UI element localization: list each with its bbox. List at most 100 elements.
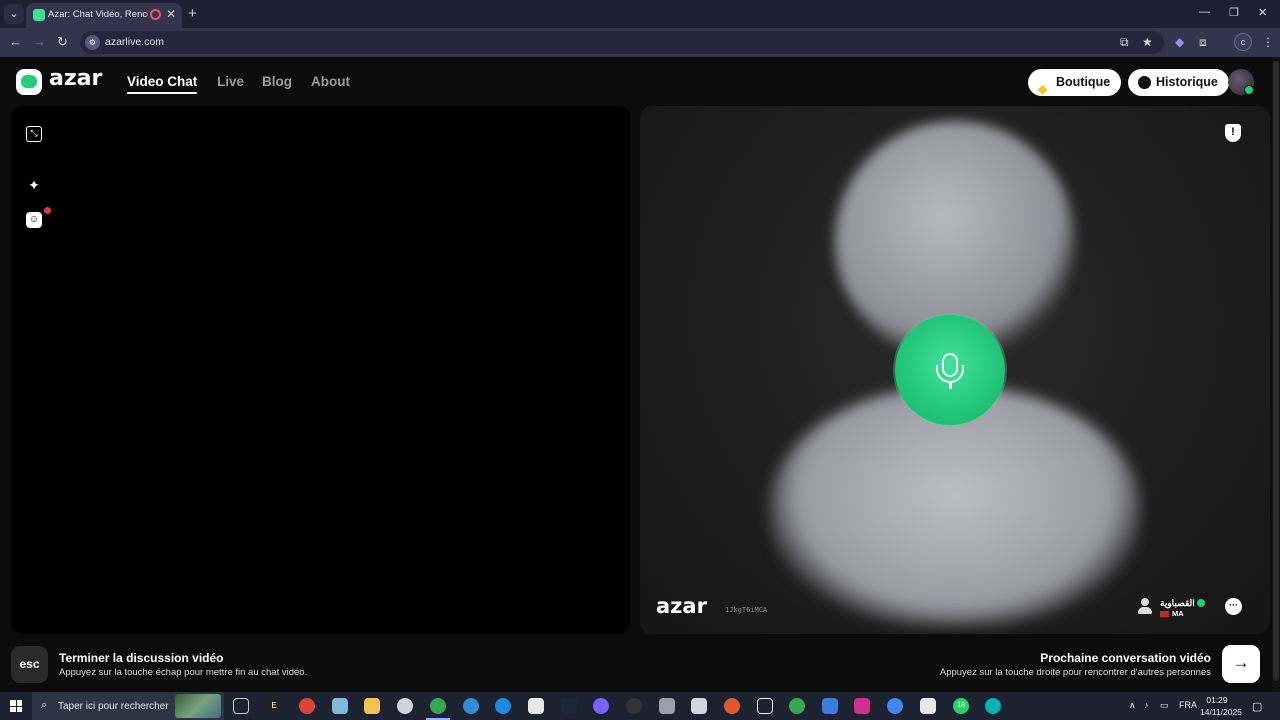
azar-page: azar Video Chat Live Blog About ◆ Boutiq…: [0, 57, 1280, 692]
url-text: azarlive.com: [105, 36, 164, 48]
chat-bubble-button[interactable]: ···: [1225, 598, 1242, 615]
browser-menu-icon[interactable]: ⋮: [1262, 35, 1274, 49]
tab-search-chevron-icon[interactable]: ⌄: [4, 4, 24, 24]
calculator-icon[interactable]: [691, 698, 707, 714]
remote-video-panel: ! azar 1JkgT6iMCA القصباوية MA ···: [640, 106, 1270, 634]
address-bar[interactable]: ⚙ azarlive.com: [80, 31, 1164, 54]
nav-live[interactable]: Live: [217, 74, 244, 89]
historique-label: Historique: [1156, 75, 1218, 89]
microphone-icon-arc: [936, 365, 964, 383]
restore-window-icon[interactable]: ❐: [1229, 6, 1239, 19]
nav-about[interactable]: About: [311, 74, 350, 89]
taskbar-search-placeholder: Taper ici pour rechercher: [58, 701, 169, 712]
historique-button[interactable]: Historique: [1128, 69, 1229, 96]
nav-blog[interactable]: Blog: [262, 74, 292, 89]
peer-name: القصباوية: [1160, 598, 1195, 608]
app-icon-2[interactable]: [528, 698, 544, 714]
extension-icon[interactable]: ◆: [1175, 35, 1184, 49]
close-window-icon[interactable]: ✕: [1258, 6, 1267, 19]
browser-tab[interactable]: Azar: Chat Vidéo, Rencontr ✕: [26, 3, 182, 28]
face-filter-icon[interactable]: ☺: [26, 212, 42, 228]
task-view-icon[interactable]: [233, 698, 249, 714]
minimize-window-icon[interactable]: —: [1199, 6, 1210, 18]
app-icon-3[interactable]: [659, 698, 675, 714]
install-app-icon[interactable]: ⧉: [1120, 35, 1129, 50]
verified-badge-icon: [1197, 599, 1205, 607]
azar-favicon-icon: [33, 9, 45, 21]
session-id: 1JkgT6iMCA: [725, 606, 768, 614]
app-icon-4[interactable]: [724, 698, 740, 714]
obs-icon[interactable]: [626, 698, 642, 714]
azar-logo[interactable]: azar: [16, 66, 106, 95]
taskbar-search-box[interactable]: ⌕ Taper ici pour rechercher: [32, 692, 224, 720]
self-video-panel: [11, 106, 630, 634]
chrome-icon[interactable]: [299, 698, 315, 714]
app-icon-9[interactable]: [985, 698, 1001, 714]
app-icon-7[interactable]: [854, 698, 870, 714]
whatsapp-icon[interactable]: 18: [953, 698, 969, 714]
app-icon-8[interactable]: [920, 698, 936, 714]
back-arrow-icon[interactable]: ←: [9, 34, 22, 49]
file-explorer-icon[interactable]: [364, 698, 380, 714]
tab-title: Azar: Chat Vidéo, Rencontr: [48, 9, 148, 20]
notification-dot-icon: [44, 207, 51, 214]
morocco-flag-icon: [1160, 611, 1169, 617]
edge-icon[interactable]: [495, 698, 511, 714]
epic-games-icon[interactable]: E: [266, 698, 282, 714]
extensions-puzzle-icon[interactable]: ⧈: [1199, 35, 1207, 50]
shield-app-icon[interactable]: [397, 698, 413, 714]
microphone-icon-stem: [949, 382, 952, 389]
search-highlight-image: [175, 694, 221, 718]
next-chat-arrow-button[interactable]: →: [1222, 645, 1260, 683]
profile-avatar[interactable]: c: [1234, 33, 1252, 51]
gem-icon: ◆: [1038, 82, 1048, 96]
sparkle-effects-icon[interactable]: ✦: [26, 177, 42, 193]
browser-toolbar: ← → ↻ ⚙ azarlive.com ⧉ ★ ◆ ⧈ c ⋮: [0, 28, 1280, 57]
new-tab-button[interactable]: +: [188, 5, 197, 22]
scrollbar-thumb[interactable]: [1273, 61, 1279, 681]
next-chat-hint: Appuyez sur la touche droite pour rencon…: [939, 667, 1211, 678]
taskbar-clock[interactable]: 01:29 14/11/2025: [1200, 694, 1242, 718]
azar-logo-icon: [16, 69, 42, 95]
windows-taskbar: ⌕ Taper ici pour rechercher E 18 ∧ ♪ ▭ F…: [0, 692, 1280, 720]
windows-start-icon[interactable]: [10, 700, 22, 712]
search-icon: ⌕: [41, 699, 48, 711]
telegram-icon[interactable]: [463, 698, 479, 714]
app-icon-5[interactable]: [757, 698, 773, 714]
recording-indicator-icon: [150, 9, 161, 20]
bookmark-star-icon[interactable]: ★: [1142, 35, 1153, 49]
collapse-icon[interactable]: ⤡: [26, 126, 42, 142]
network-icon[interactable]: ▭: [1160, 700, 1169, 711]
peer-user-icon: [1138, 598, 1152, 614]
app-icon-6[interactable]: [822, 698, 838, 714]
report-shield-icon[interactable]: !: [1225, 124, 1241, 142]
peer-country: MA: [1172, 609, 1184, 618]
clock-date: 14/11/2025: [1200, 707, 1242, 717]
end-chat-hint: Appuyez sur la touche échap pour mettre …: [59, 667, 308, 678]
azar-watermark: azar: [656, 594, 707, 618]
forward-arrow-icon[interactable]: →: [33, 34, 46, 49]
end-chat-esc-button[interactable]: esc: [11, 646, 48, 683]
nav-video-chat[interactable]: Video Chat: [127, 74, 198, 94]
app-icon[interactable]: [332, 698, 348, 714]
boutique-button[interactable]: ◆ Boutique: [1028, 69, 1122, 96]
microphone-button[interactable]: [895, 315, 1005, 425]
discord-icon[interactable]: [593, 698, 609, 714]
volume-icon[interactable]: ♪: [1144, 700, 1149, 710]
browser-tab-strip: ⌄ Azar: Chat Vidéo, Rencontr ✕ + — ❐ ✕: [0, 0, 1280, 28]
tray-chevron-icon[interactable]: ∧: [1129, 700, 1136, 711]
logo-text: azar: [49, 66, 103, 91]
online-status-icon: [1244, 85, 1254, 95]
chrome-profile-icon[interactable]: [789, 698, 805, 714]
next-chat-title: Prochaine conversation vidéo: [1040, 651, 1211, 665]
language-indicator[interactable]: FRA: [1179, 700, 1197, 710]
steam-icon[interactable]: [561, 698, 577, 714]
notifications-icon[interactable]: ▢: [1252, 700, 1262, 713]
chrome-active-icon[interactable]: [426, 698, 450, 720]
site-info-icon[interactable]: ⚙: [85, 35, 100, 50]
reload-icon[interactable]: ↻: [57, 34, 68, 50]
chrome-icon-2[interactable]: [887, 698, 903, 714]
end-chat-title: Terminer la discussion vidéo: [59, 651, 224, 665]
close-tab-icon[interactable]: ✕: [166, 7, 176, 21]
clock-icon: [1138, 76, 1151, 89]
